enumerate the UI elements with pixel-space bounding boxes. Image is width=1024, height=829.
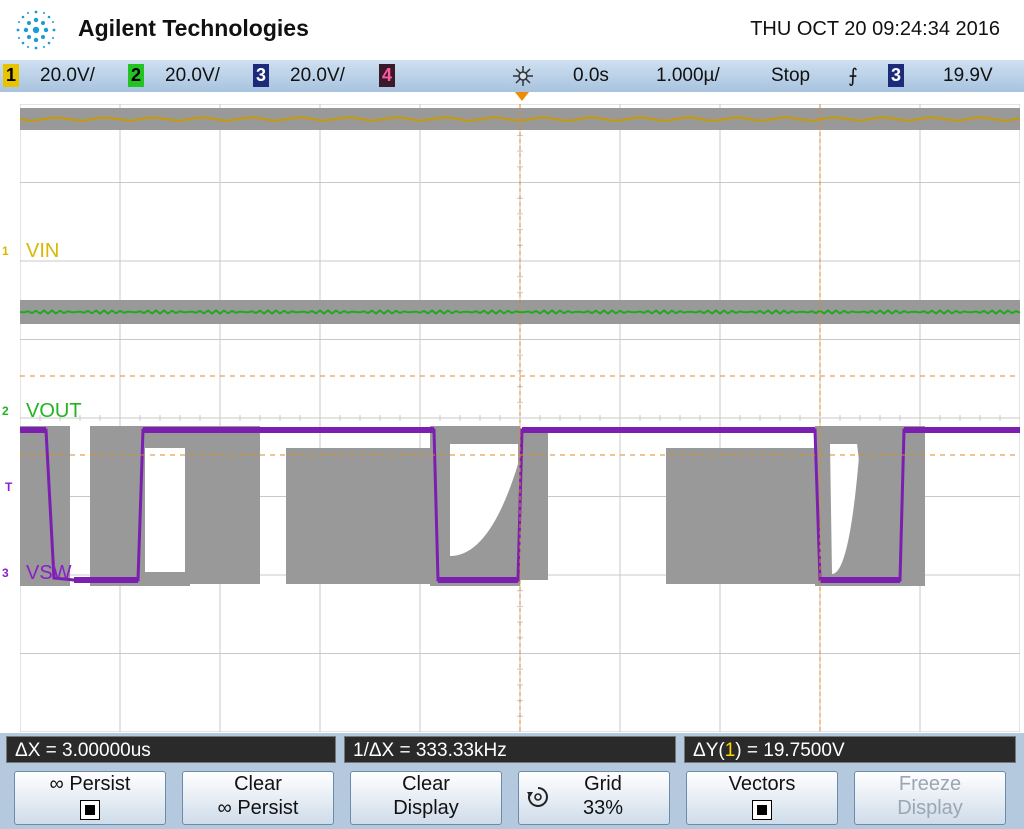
channel-2-ground-marker[interactable]: 2 [2,404,9,418]
vectors-checkbox-icon [752,799,772,820]
datetime: THU OCT 20 09:24:34 2016 [750,18,1000,40]
vsw-persistence-gap [145,448,185,572]
channel-1-scale: 20.0V/ [40,65,95,86]
waveform-display[interactable] [20,104,1020,732]
channel-2-scale: 20.0V/ [165,65,220,86]
channel-1-ground-marker[interactable]: 1 [2,244,9,258]
delta-x-readout: ΔX = 3.00000us [6,736,336,763]
rotary-knob-icon [527,787,548,807]
clear-display-softkey[interactable]: Clear Display [350,771,502,825]
channel-2-label: VOUT [26,400,82,422]
measurement-bar: ΔX = 3.00000us 1/ΔX = 333.33kHz ΔY(1) = … [0,733,1024,767]
delta-y-channel: 1 [724,740,736,761]
timebase-position-icon [513,66,533,86]
run-state: Stop [771,65,811,86]
softkey-bar: ∞ Persist Clear ∞ Persist Clear Display … [0,767,1024,829]
grid-softkey[interactable]: Grid 33% [518,771,670,825]
channel-2-indicator[interactable]: 2 [128,64,144,87]
channel-4-indicator[interactable]: 4 [379,64,395,87]
channel-1-label: VIN [26,240,60,262]
channel-3-ground-marker[interactable]: 3 [2,566,9,580]
vsw-persistence-region [286,448,436,584]
trigger-slope-icon: ⨍ [848,66,858,87]
timebase-scale: 1.000µ/ [656,65,720,86]
delta-y-readout: ΔY(1) = 19.7500V [684,736,1016,763]
status-bar: 1 20.0V/ 2 20.0V/ 3 20.0V/ 4 0.0s 1.000µ… [0,60,1024,92]
channel-3-scale: 20.0V/ [290,65,345,86]
trigger-source-indicator: 3 [888,64,904,87]
trigger-level: 19.9V [943,65,993,86]
vsw-persistence-region [666,448,816,584]
trigger-position-marker-icon [515,92,529,101]
vectors-softkey[interactable]: Vectors [686,771,838,825]
channel-1-indicator[interactable]: 1 [3,64,19,87]
agilent-logo-icon [16,10,56,50]
channel-3-label: VSW [26,562,72,584]
brand-name: Agilent Technologies [78,15,309,41]
trigger-delay: 0.0s [573,65,609,86]
waveform-svg [20,104,1020,732]
channel-3-indicator[interactable]: 3 [253,64,269,87]
persist-softkey[interactable]: ∞ Persist [14,771,166,825]
header: Agilent Technologies THU OCT 20 09:24:34… [0,0,1024,60]
clear-persist-softkey[interactable]: Clear ∞ Persist [182,771,334,825]
freeze-display-softkey[interactable]: Freeze Display [854,771,1006,825]
inverse-delta-x-readout: 1/ΔX = 333.33kHz [344,736,676,763]
trigger-level-marker[interactable]: T [5,480,12,494]
persist-checkbox-icon [80,799,100,820]
